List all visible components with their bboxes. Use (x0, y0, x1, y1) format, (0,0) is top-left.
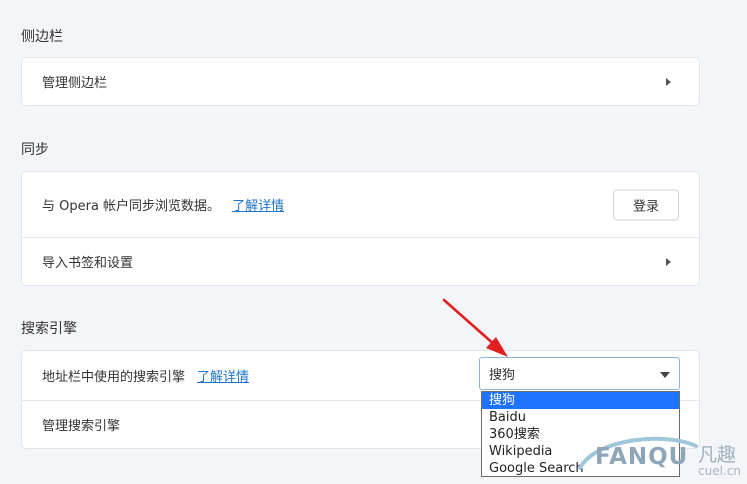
manage-search-engines-label: 管理搜索引擎 (42, 419, 121, 434)
caret-down-icon (660, 372, 670, 378)
selected-engine-value: 搜狗 (489, 368, 516, 383)
section-title-search: 搜索引擎 (21, 321, 77, 337)
watermark-domain: cuel.cn (698, 464, 741, 478)
chevron-right-icon (666, 77, 671, 86)
import-bookmarks-row[interactable]: 导入书签和设置 (22, 237, 699, 285)
watermark-text: FANQU (595, 444, 689, 470)
address-bar-engine-label: 地址栏中使用的搜索引擎 (42, 370, 186, 385)
manage-sidebar-row[interactable]: 管理侧边栏 (22, 58, 699, 105)
section-title-sync: 同步 (21, 142, 49, 158)
engine-option[interactable]: 搜狗 (482, 392, 679, 409)
login-button[interactable]: 登录 (613, 189, 679, 220)
sync-learn-more-link[interactable]: 了解详情 (232, 195, 284, 214)
sync-row: 与 Opera 帐户同步浏览数据。 了解详情 登录 (22, 172, 699, 237)
watermark-cn: 凡趣 (698, 444, 737, 466)
search-learn-more-link[interactable]: 了解详情 (197, 366, 249, 385)
sync-card: 与 Opera 帐户同步浏览数据。 了解详情 登录 导入书签和设置 (21, 171, 700, 286)
red-arrow-icon (442, 298, 508, 357)
manage-sidebar-label: 管理侧边栏 (42, 76, 108, 91)
engine-option[interactable]: Baidu (482, 409, 679, 426)
section-title-sidebar: 侧边栏 (21, 29, 63, 45)
watermark-logo: FANQU 凡趣 cuel.cn (576, 432, 747, 484)
sidebar-card: 管理侧边栏 (21, 57, 700, 106)
chevron-right-icon (666, 257, 671, 266)
import-bookmarks-label: 导入书签和设置 (42, 256, 134, 271)
sync-description: 与 Opera 帐户同步浏览数据。 (42, 199, 221, 214)
